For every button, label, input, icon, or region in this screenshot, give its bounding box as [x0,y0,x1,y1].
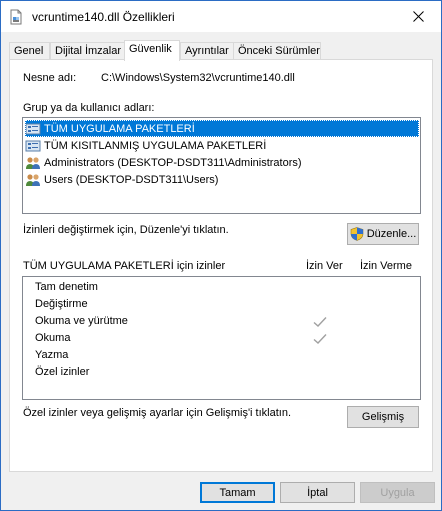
permission-row: Tam denetim [35,281,98,293]
tab-digital-signatures[interactable]: Dijital İmzalar [50,42,125,60]
allow-header: İzin Ver [306,260,343,272]
groups-listbox[interactable]: TÜM UYGULAMA PAKETLERİ TÜM KISITLANMIŞ U… [22,117,421,214]
object-name-value: C:\Windows\System32\vcruntime140.dll [101,72,295,84]
tab-security[interactable]: Güvenlik [124,40,180,61]
window-title: vcruntime140.dll Özellikleri [32,10,175,24]
users-group-icon [25,172,41,188]
group-name: TÜM UYGULAMA PAKETLERİ [44,122,195,135]
list-item[interactable]: TÜM UYGULAMA PAKETLERİ [25,120,419,137]
properties-dialog: vcruntime140.dll Özellikleri Genel Dijit… [0,0,442,511]
edit-hint: İzinleri değiştirmek için, Düzenle'yi tı… [23,224,229,236]
advanced-hint: Özel izinler veya gelişmiş ayarlar için … [23,407,292,419]
package-group-icon [25,138,41,154]
list-item[interactable]: Administrators (DESKTOP-DSDT311\Administ… [25,154,419,171]
title-bar: vcruntime140.dll Özellikleri [1,1,441,32]
tab-details[interactable]: Ayrıntılar [180,42,234,60]
allow-check-icon [313,333,327,345]
permission-row: Değiştirme [35,298,88,310]
package-group-icon [25,121,41,137]
group-name: Users (DESKTOP-DSDT311\Users) [44,173,219,186]
list-item[interactable]: TÜM KISITLANMIŞ UYGULAMA PAKETLERİ [25,137,419,154]
apply-button[interactable]: Uygula [360,482,435,503]
advanced-button[interactable]: Gelişmiş [347,406,419,428]
users-group-icon [25,155,41,171]
tab-strip: Genel Dijital İmzalar Güvenlik Ayrıntıla… [9,40,433,61]
permissions-title: TÜM UYGULAMA PAKETLERİ için izinler [23,260,226,272]
cancel-button[interactable]: İptal [280,482,355,503]
group-name: Administrators (DESKTOP-DSDT311\Administ… [44,156,302,169]
permission-row: Okuma [35,332,71,344]
list-item[interactable]: Users (DESKTOP-DSDT311\Users) [25,171,419,188]
tab-general[interactable]: Genel [9,42,50,60]
security-panel: Nesne adı: C:\Windows\System32\vcruntime… [9,59,433,472]
object-name-label: Nesne adı: [23,72,77,84]
deny-header: İzin Verme [360,260,412,272]
permission-row: Yazma [35,349,69,361]
file-icon [8,9,24,25]
edit-button-label: Düzenle... [366,228,417,240]
ok-button[interactable]: Tamam [200,482,275,503]
close-button[interactable] [395,1,441,32]
close-icon [412,11,424,22]
groups-label: Grup ya da kullanıcı adları: [23,102,155,114]
permissions-list[interactable]: Tam denetim Değiştirme Okuma ve yürütme … [22,276,421,400]
edit-button[interactable]: Düzenle... [347,223,419,245]
allow-check-icon [313,316,327,328]
permission-row: Okuma ve yürütme [35,315,128,327]
tab-previous-versions[interactable]: Önceki Sürümler [233,42,321,60]
group-name: TÜM KISITLANMIŞ UYGULAMA PAKETLERİ [44,139,267,152]
shield-icon [350,227,364,241]
permission-row: Özel izinler [35,366,90,378]
